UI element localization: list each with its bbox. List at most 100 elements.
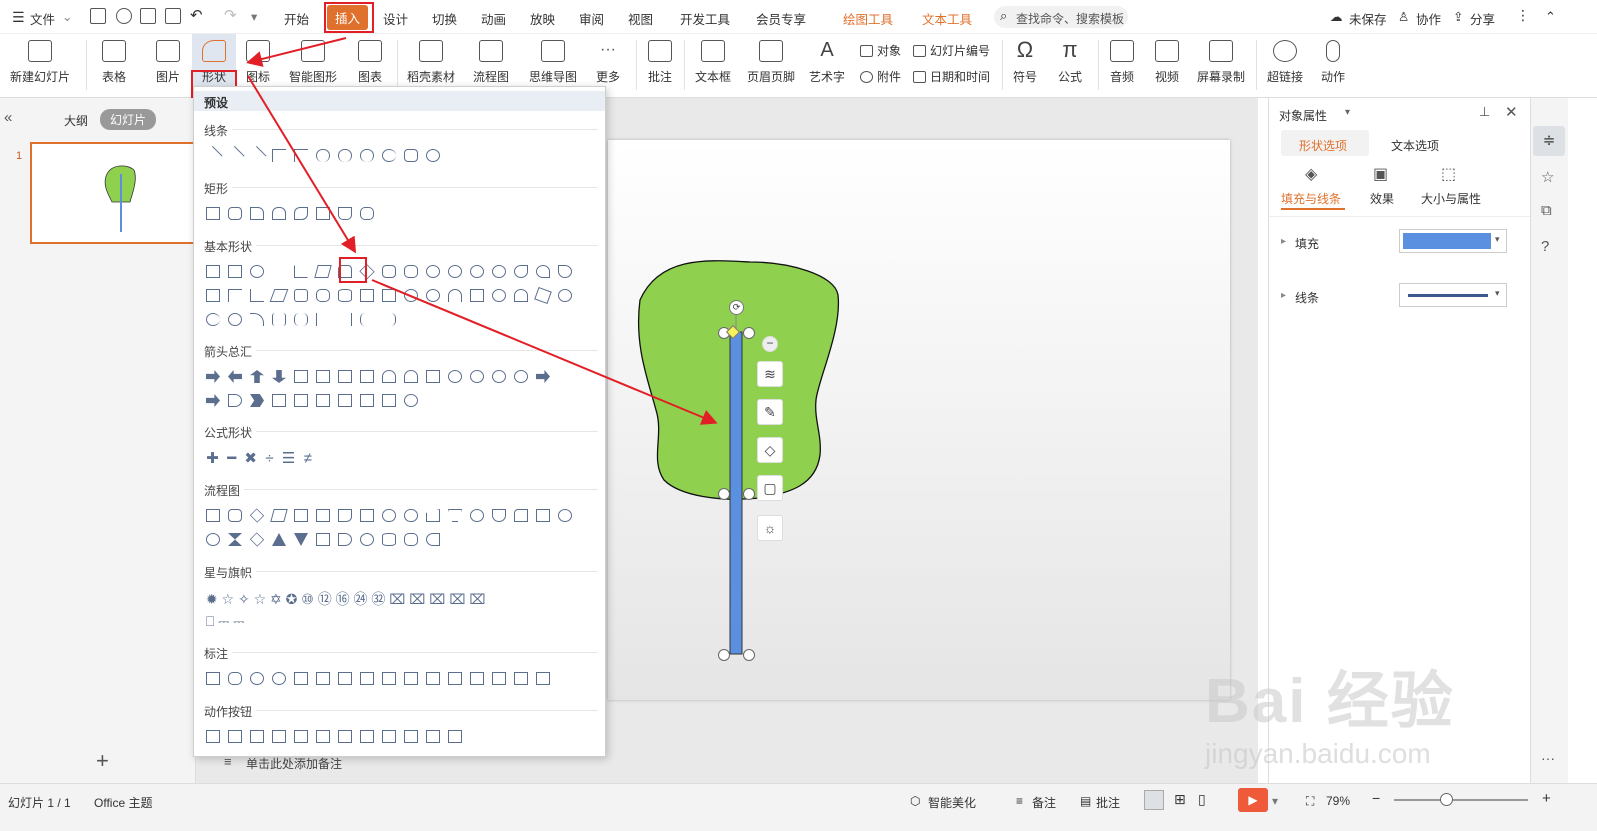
brush-icon[interactable]: ✎ [757,399,783,425]
zoom-slider-thumb[interactable] [1440,793,1453,806]
more-vertical-icon[interactable]: ⋮ [1516,7,1530,24]
search-box[interactable]: ⌕ 查找命令、搜索模板 [994,6,1128,28]
close-icon[interactable]: ✕ [1505,103,1518,121]
arrow-shapes-row-2[interactable] [202,392,422,410]
subtab-size[interactable]: 大小与属性 [1421,190,1481,207]
arrow-shapes-row-1[interactable] [202,368,554,386]
collapse-ribbon-icon[interactable]: ⌃ [1545,9,1556,25]
resize-handle[interactable] [718,649,730,661]
outline-icon[interactable]: ▢ [757,475,783,501]
zoom-slider-track[interactable] [1394,799,1528,801]
basic-shapes-row-1[interactable] [202,263,576,281]
tab-member[interactable]: 会员专享 [756,9,806,28]
line-label[interactable]: 线条 [1295,289,1319,306]
beautify-button[interactable]: 智能美化 [928,794,976,811]
resize-handle[interactable] [718,488,730,500]
play-icon[interactable]: ▶ [1238,788,1268,812]
tab-slides[interactable]: 幻灯片 [100,109,157,130]
reading-view-icon[interactable]: ▯ [1198,791,1206,808]
more-icon[interactable]: ··· [1541,750,1555,766]
export-icon[interactable] [116,8,132,24]
zoom-out-icon[interactable]: − [1372,790,1380,806]
theme-name[interactable]: Office 主题 [94,794,152,811]
layers-icon[interactable]: ≋ [757,361,783,387]
tab-outline[interactable]: 大纲 [64,112,88,129]
flowchart-shapes-row-2[interactable] [202,531,444,549]
undo-icon[interactable]: ↶ [190,6,203,24]
slide-number-button[interactable]: 幻灯片编号 [913,42,990,59]
picture-button[interactable]: 图片 [146,34,190,96]
star-shapes-row-1[interactable]: ✹ ☆ ✧ ☆ ✡ ✪ ⑩ ⑫ ⑯ ㉔ ㉜ ⌧ ⌧ ⌧ ⌧ ⌧ [202,589,486,607]
tab-review[interactable]: 审阅 [579,9,604,28]
fill-color-dropdown[interactable]: ▾ [1399,229,1507,253]
collapse-panel-icon[interactable]: « [4,109,12,126]
star-icon[interactable]: ☆ [1541,168,1554,186]
grid-view-icon[interactable]: ⊞ [1174,791,1186,808]
tab-developer[interactable]: 开发工具 [680,9,730,28]
chevron-down-icon[interactable]: ▾ [1272,794,1278,808]
rectangle-shapes-row[interactable] [202,205,378,223]
lines-shapes-row[interactable] [202,145,444,166]
fill-bucket-icon[interactable]: ◇ [757,437,783,463]
symbol-button[interactable]: Ω 符号 [1006,34,1044,96]
screen-record-button[interactable]: 屏幕录制 [1192,34,1250,96]
object-button[interactable]: 对象 [860,42,901,59]
search-input[interactable]: 查找命令、搜索模板 [1016,10,1124,27]
hamburger-icon[interactable]: ☰ [12,9,25,26]
collab-button[interactable]: 协作 [1416,9,1441,28]
share-button[interactable]: 分享 [1470,9,1495,28]
tab-animation[interactable]: 动画 [481,9,506,28]
flowchart-shapes-row-1[interactable] [202,507,576,525]
comments-button[interactable]: 批注 [1096,794,1120,811]
comment-button[interactable]: 批注 [641,34,679,96]
help-icon[interactable]: ? [1541,238,1549,255]
wordart-button[interactable]: A 艺术字 [804,34,850,96]
audio-button[interactable]: 音频 [1102,34,1142,96]
add-slide-icon[interactable]: + [96,748,109,774]
chevron-down-icon[interactable]: ⌄ [62,9,72,24]
normal-view-icon[interactable] [1144,790,1164,810]
resize-handle[interactable] [743,649,755,661]
star-shapes-row-2[interactable]: ⎕ ⎓ ⎓ [202,613,245,631]
slide-thumbnail[interactable] [30,142,196,244]
header-footer-button[interactable]: 页眉页脚 [742,34,800,96]
zoom-level[interactable]: 79% [1326,794,1350,808]
redo-icon[interactable]: ↷ [224,6,237,24]
window-icon[interactable]: ⧉ [1541,202,1552,219]
tab-text-options[interactable]: 文本选项 [1391,137,1439,154]
zoom-in-icon[interactable]: + [1542,790,1551,807]
resize-handle[interactable] [743,327,755,339]
collapse-toolbar-icon[interactable]: − [762,336,778,352]
pin-icon[interactable]: ⊥ [1479,104,1490,120]
notes-button[interactable]: 备注 [1032,794,1056,811]
action-button[interactable]: 动作 [1314,34,1352,96]
table-button[interactable]: 表格 [92,34,136,96]
tab-view[interactable]: 视图 [628,9,653,28]
attachment-button[interactable]: 附件 [860,68,901,85]
rotate-handle-icon[interactable]: ⟳ [729,300,744,315]
datetime-button[interactable]: 日期和时间 [913,68,990,85]
save-icon[interactable] [90,8,106,24]
expand-line-icon[interactable]: ▸ [1281,290,1286,301]
print-icon[interactable] [140,8,156,24]
quick-access-dropdown-icon[interactable]: ▾ [251,9,257,24]
action-button-shapes-row[interactable] [202,728,466,746]
video-button[interactable]: 视频 [1146,34,1188,96]
textbox-button[interactable]: 文本框 [688,34,738,96]
tab-text-tools[interactable]: 文本工具 [922,9,972,28]
lightbulb-icon[interactable]: ☼ [757,515,783,541]
file-menu[interactable]: 文件 [30,9,55,28]
tab-transition[interactable]: 切换 [432,9,457,28]
basic-shapes-row-2[interactable] [202,286,576,305]
notes-placeholder[interactable]: 单击此处添加备注 [246,755,342,772]
fit-window-icon[interactable]: ⛶ [1306,794,1314,809]
fill-label[interactable]: 填充 [1295,235,1319,252]
tree-trunk[interactable] [729,331,743,655]
subtab-fill-line[interactable]: 填充与线条 [1281,190,1341,207]
tab-shape-options[interactable]: 形状选项 [1281,130,1369,156]
formula-button[interactable]: π 公式 [1050,34,1090,96]
tab-drawing-tools[interactable]: 绘图工具 [843,9,893,28]
subtab-effects[interactable]: 效果 [1370,190,1394,207]
tab-design[interactable]: 设计 [383,9,408,28]
unsaved-status[interactable]: 未保存 [1349,9,1387,28]
